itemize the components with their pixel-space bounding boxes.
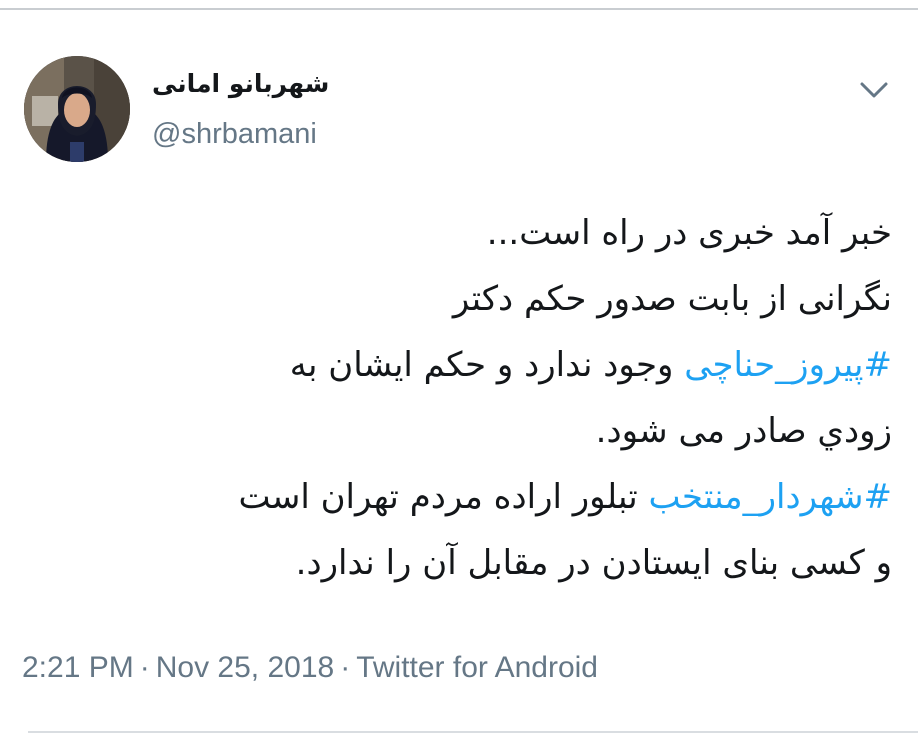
avatar[interactable] (24, 56, 130, 162)
tweet-text-segment: نگرانی از بابت صدور حکم دکتر (452, 279, 892, 319)
meta-separator: · (340, 651, 351, 684)
tweet-text-segment: زودي صادر می شود. (595, 411, 892, 451)
bottom-divider (28, 731, 918, 733)
tweet-text: خبر آمد خبری در راه است... نگرانی از بابت… (30, 200, 892, 596)
hashtag-link[interactable]: #پیروز_حناچی (684, 345, 892, 385)
top-divider (0, 8, 918, 10)
author-handle[interactable]: @shrbamani (152, 114, 317, 154)
tweet-time[interactable]: 2:21 PM (22, 651, 134, 684)
author-display-name[interactable]: شهربانو امانی (152, 64, 342, 104)
tweet-date[interactable]: Nov 25, 2018 (156, 651, 334, 684)
avatar-image (24, 56, 130, 162)
tweet-source-link[interactable]: Twitter for Android (356, 651, 598, 684)
tweet-text-segment: و کسی بنای ایستادن در مقابل آن را ندارد. (295, 543, 892, 583)
tweet-line: #پیروز_حناچی وجود ندارد و حکم ایشان به (30, 332, 892, 398)
chevron-down-icon[interactable] (856, 72, 892, 108)
tweet-line: #شهردار_منتخب تبلور اراده مردم تهران است (30, 464, 892, 530)
tweet-text-segment: تبلور اراده مردم تهران است (238, 477, 649, 517)
tweet-text-segment: خبر آمد خبری در راه است... (486, 213, 892, 253)
tweet-meta: 2:21 PM · Nov 25, 2018 · Twitter for Android (22, 646, 598, 690)
tweet-text-segment: وجود ندارد و حکم ایشان به (289, 345, 685, 385)
tweet-line: زودي صادر می شود. (30, 398, 892, 464)
tweet-line: خبر آمد خبری در راه است... (30, 200, 892, 266)
tweet-line: نگرانی از بابت صدور حکم دکتر (30, 266, 892, 332)
hashtag-link[interactable]: #شهردار_منتخب (649, 477, 892, 517)
meta-separator: · (139, 651, 150, 684)
tweet-line: و کسی بنای ایستادن در مقابل آن را ندارد. (30, 530, 892, 596)
